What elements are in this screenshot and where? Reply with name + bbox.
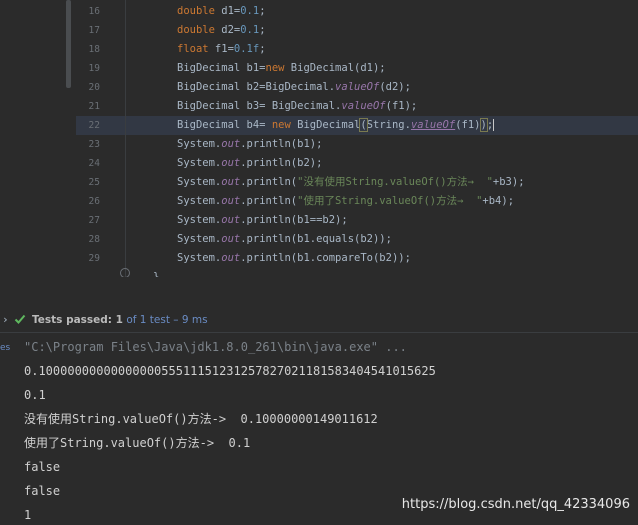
- console-output-line: 没有使用String.valueOf()方法-> 0.1000000014901…: [24, 412, 378, 426]
- line-number: 19: [88, 63, 100, 74]
- line-number: 20: [88, 82, 100, 93]
- console-output-line: false: [24, 484, 61, 498]
- line-number: 26: [88, 196, 100, 207]
- line-number: 18: [88, 44, 100, 55]
- chevron-right-icon[interactable]: ›: [2, 313, 9, 326]
- console-output-line: 1: [24, 508, 32, 522]
- line-number: 25: [88, 177, 100, 188]
- line-number: 21: [88, 101, 100, 112]
- code-line-23: System.out.println(b1);: [177, 138, 323, 150]
- code-line-28: System.out.println(b1.equals(b2));: [177, 233, 392, 245]
- line-number: 28: [88, 234, 100, 245]
- text-caret: [493, 119, 495, 131]
- panel-divider: [0, 277, 638, 309]
- project-panel-edge: [0, 0, 66, 277]
- code-area[interactable]: double d1=0.1; double d2=0.1; float f1=0…: [153, 0, 638, 277]
- console-tab[interactable]: es: [0, 343, 10, 353]
- console-output-line: 0.1: [24, 388, 46, 402]
- code-line-24: System.out.println(b2);: [177, 157, 323, 169]
- code-line-29: System.out.println(b1.compareTo(b2));: [177, 252, 411, 264]
- line-number: 24: [88, 158, 100, 169]
- fold-icon[interactable]: [120, 268, 130, 277]
- console-output-line: 使用了String.valueOf()方法-> 0.1: [24, 436, 251, 450]
- line-number: 17: [88, 25, 100, 36]
- code-line-22: BigDecimal b4= new BigDecimal(String.val…: [177, 118, 495, 132]
- console-command: "C:\Program Files\Java\jdk1.8.0_261\bin\…: [24, 340, 407, 354]
- line-number-gutter: 16 17 18 19 20 21 22 23 24 25 26 27 28 29: [76, 0, 124, 277]
- line-number: 22: [88, 120, 100, 131]
- code-line-19: BigDecimal b1=new BigDecimal(d1);: [177, 62, 386, 74]
- code-line-27: System.out.println(b1==b2);: [177, 214, 348, 226]
- code-line-16: double d1=0.1;: [177, 5, 266, 17]
- fold-guide: [125, 0, 126, 277]
- test-status-text: Tests passed: 1 of 1 test – 9 ms: [32, 314, 208, 326]
- code-line-26: System.out.println("使用了String.valueOf()方…: [177, 195, 515, 207]
- line-number: 29: [88, 253, 100, 264]
- code-line-17: double d2=0.1;: [177, 24, 266, 36]
- line-number: 23: [88, 139, 100, 150]
- watermark: https://blog.csdn.net/qq_42334096: [401, 497, 630, 512]
- code-line-30: }: [153, 271, 160, 277]
- panel-scrollbar[interactable]: [66, 0, 71, 88]
- code-editor[interactable]: 16 17 18 19 20 21 22 23 24 25 26 27 28 29 double d1=0…: [0, 0, 638, 277]
- code-line-25: System.out.println("没有使用String.valueOf()…: [177, 176, 525, 188]
- line-number: 27: [88, 215, 100, 226]
- check-icon: [14, 314, 26, 324]
- code-line-21: BigDecimal b3= BigDecimal.valueOf(f1);: [177, 100, 418, 112]
- line-number: 16: [88, 6, 100, 17]
- code-line-18: float f1=0.1f;: [177, 43, 266, 55]
- console-output-line: false: [24, 460, 61, 474]
- code-line-20: BigDecimal b2=BigDecimal.valueOf(d2);: [177, 81, 411, 93]
- console-output-line: 0.10000000000000000555111512312578270211…: [24, 364, 436, 378]
